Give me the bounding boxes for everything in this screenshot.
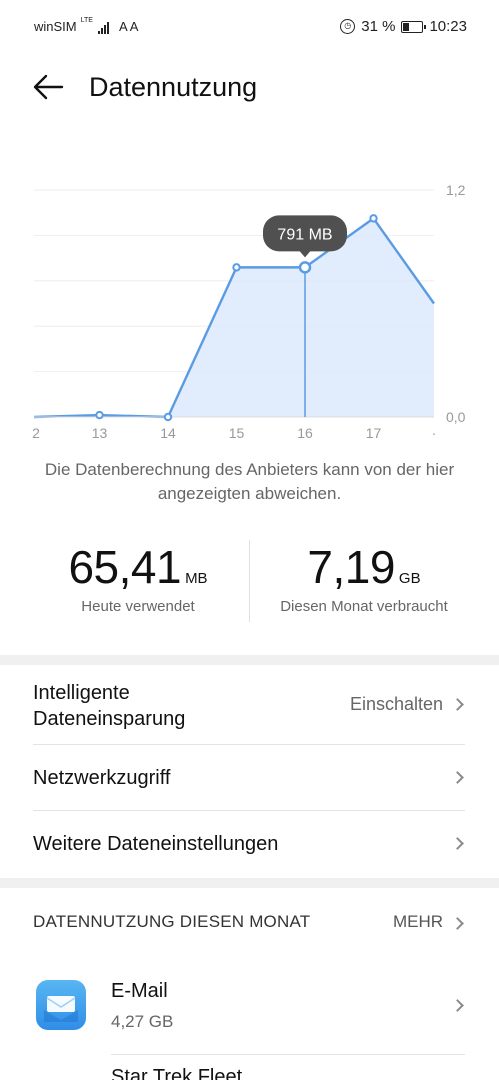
- network-access-row[interactable]: Netzwerkzugriff: [0, 745, 499, 810]
- stats-divider: [249, 540, 250, 622]
- alarm-icon: ◷: [340, 19, 356, 34]
- email-app-icon: [36, 980, 86, 1030]
- month-label: Diesen Monat verbraucht: [280, 598, 448, 615]
- navigation-icons: A A: [118, 19, 139, 34]
- status-bar: winSIM LTE A A ◷ 31 % 10:23: [0, 0, 499, 56]
- y-tick-label: 0,0: [446, 409, 466, 425]
- usage-chart-svg[interactable]: 791 MB 2 13 14 15 16 17 · 1,2 0,0: [0, 150, 499, 450]
- smart-data-saving-line1: Intelligente: [33, 682, 130, 704]
- battery-percent: 31 %: [361, 18, 396, 35]
- section-divider: [0, 878, 499, 888]
- month-unit: GB: [398, 570, 421, 587]
- more-button[interactable]: MEHR: [393, 912, 443, 932]
- battery-icon: [401, 20, 427, 33]
- arrow-left-icon: [33, 74, 64, 100]
- smart-data-saving-row[interactable]: Intelligente Dateneinsparung Einschalten: [0, 666, 499, 744]
- x-tick-label: 14: [160, 425, 176, 441]
- x-tick-label: ·: [432, 425, 437, 441]
- smart-data-saving-label: Intelligente Dateneinsparung: [33, 680, 185, 732]
- monthly-usage-header: DATENNUTZUNG DIESEN MONAT MEHR: [0, 908, 499, 938]
- today-unit: MB: [185, 570, 208, 587]
- more-data-settings-label: Weitere Dateneinstellungen: [33, 833, 279, 855]
- network-type: LTE: [80, 17, 93, 24]
- status-right: ◷ 31 % 10:23: [340, 18, 467, 35]
- provider-note: Die Datenberechnung des Anbieters kann v…: [44, 460, 455, 503]
- carrier-label: winSIM: [34, 19, 77, 34]
- x-tick-label: 16: [297, 425, 313, 441]
- month-value: 7,19: [307, 541, 395, 593]
- app-name: E-Mail: [111, 980, 168, 1002]
- x-tick-label: 2: [32, 425, 40, 441]
- app-header: Datennutzung: [0, 62, 499, 114]
- app-name[interactable]: Star Trek Fleet: [111, 1066, 242, 1080]
- data-point: [369, 214, 378, 223]
- page-title: Datennutzung: [89, 72, 258, 102]
- data-point: [232, 263, 241, 272]
- status-left: winSIM LTE A A: [34, 17, 139, 34]
- area-fill: [34, 218, 434, 417]
- tooltip-pointer: [299, 250, 311, 258]
- smart-data-saving-line2: Dateneinsparung: [33, 708, 186, 730]
- section-divider: [0, 655, 499, 665]
- app-data-size: 4,27 GB: [111, 1012, 174, 1031]
- app-usage-row[interactable]: E-Mail 4,27 GB: [0, 966, 499, 1046]
- chevron-right-icon[interactable]: [451, 917, 464, 930]
- row-divider: [111, 1054, 465, 1055]
- today-label: Heute verwendet: [81, 598, 195, 615]
- usage-chart[interactable]: 791 MB 2 13 14 15 16 17 · 1,2 0,0: [0, 150, 499, 450]
- network-access-label: Netzwerkzugriff: [33, 767, 171, 789]
- today-usage: 65,41 MB Heute verwendet: [18, 540, 258, 615]
- data-point: [298, 261, 312, 274]
- smart-data-saving-value: Einschalten: [349, 694, 443, 714]
- y-tick-label: 1,2: [446, 182, 466, 198]
- month-usage: 7,19 GB Diesen Monat verbraucht: [244, 540, 484, 615]
- monthly-usage-title: DATENNUTZUNG DIESEN MONAT: [33, 912, 311, 931]
- x-tick-label: 13: [92, 425, 108, 441]
- data-point: [163, 412, 173, 422]
- data-point: [95, 410, 104, 420]
- chevron-right-icon: [451, 999, 464, 1012]
- clock: 10:23: [429, 18, 467, 35]
- back-button[interactable]: [32, 72, 66, 102]
- tooltip-label: 791 MB: [277, 226, 332, 243]
- today-value: 65,41: [68, 541, 182, 593]
- signal-icon: [97, 20, 109, 34]
- x-tick-label: 15: [229, 425, 245, 441]
- chevron-right-icon: [451, 698, 464, 711]
- chevron-right-icon: [451, 771, 464, 784]
- chevron-right-icon: [451, 837, 464, 850]
- more-data-settings-row[interactable]: Weitere Dateneinstellungen: [0, 811, 499, 877]
- x-tick-label: 17: [366, 425, 382, 441]
